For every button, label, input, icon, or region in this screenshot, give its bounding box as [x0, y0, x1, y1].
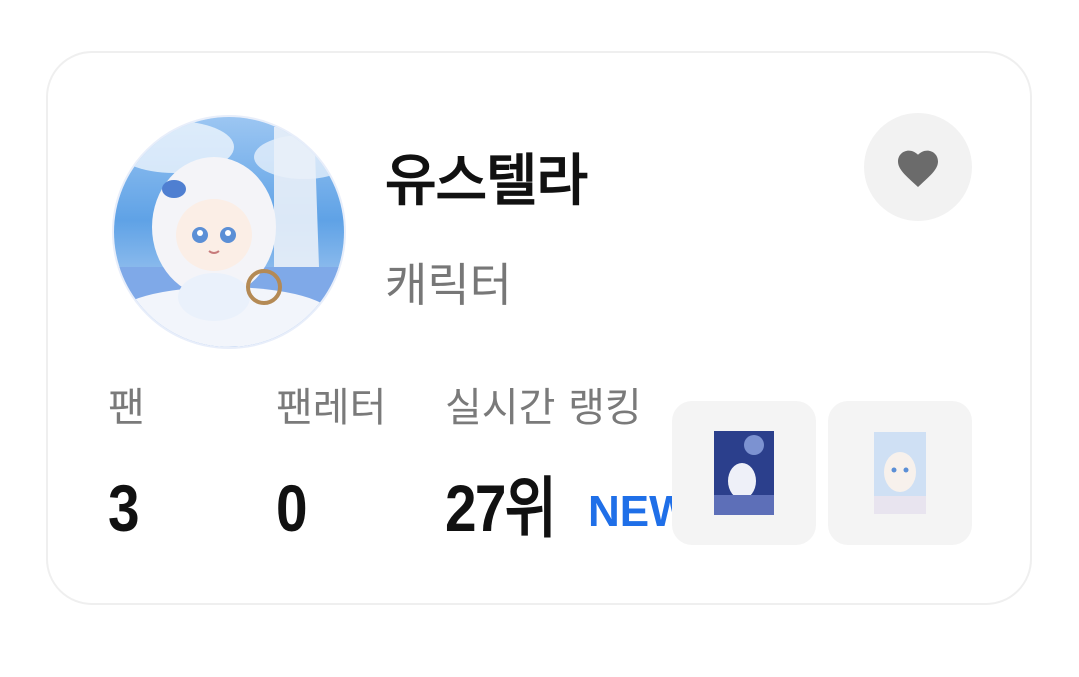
fans-label: 팬 — [108, 385, 145, 431]
ranking-value: 27위 — [445, 471, 557, 545]
fan-letters-label: 팬레터 — [276, 385, 387, 431]
character-avatar-image — [114, 117, 344, 347]
ranking-label: 실시간 랭킹 — [445, 385, 642, 431]
profile-category: 캐릭터 — [385, 258, 512, 312]
profile-avatar[interactable] — [112, 115, 346, 349]
profile-name: 유스텔라 — [385, 149, 588, 214]
fans-count: 3 — [108, 471, 140, 545]
new-badge: NEW — [588, 487, 678, 536]
gallery-thumbnail-1[interactable] — [672, 401, 816, 545]
heart-icon — [898, 150, 938, 187]
thumbnail-image — [714, 431, 774, 515]
like-button[interactable] — [864, 113, 972, 221]
gallery-thumbnail-2[interactable] — [828, 401, 972, 545]
fan-letters-count: 0 — [276, 471, 308, 545]
thumbnail-image — [874, 432, 926, 514]
